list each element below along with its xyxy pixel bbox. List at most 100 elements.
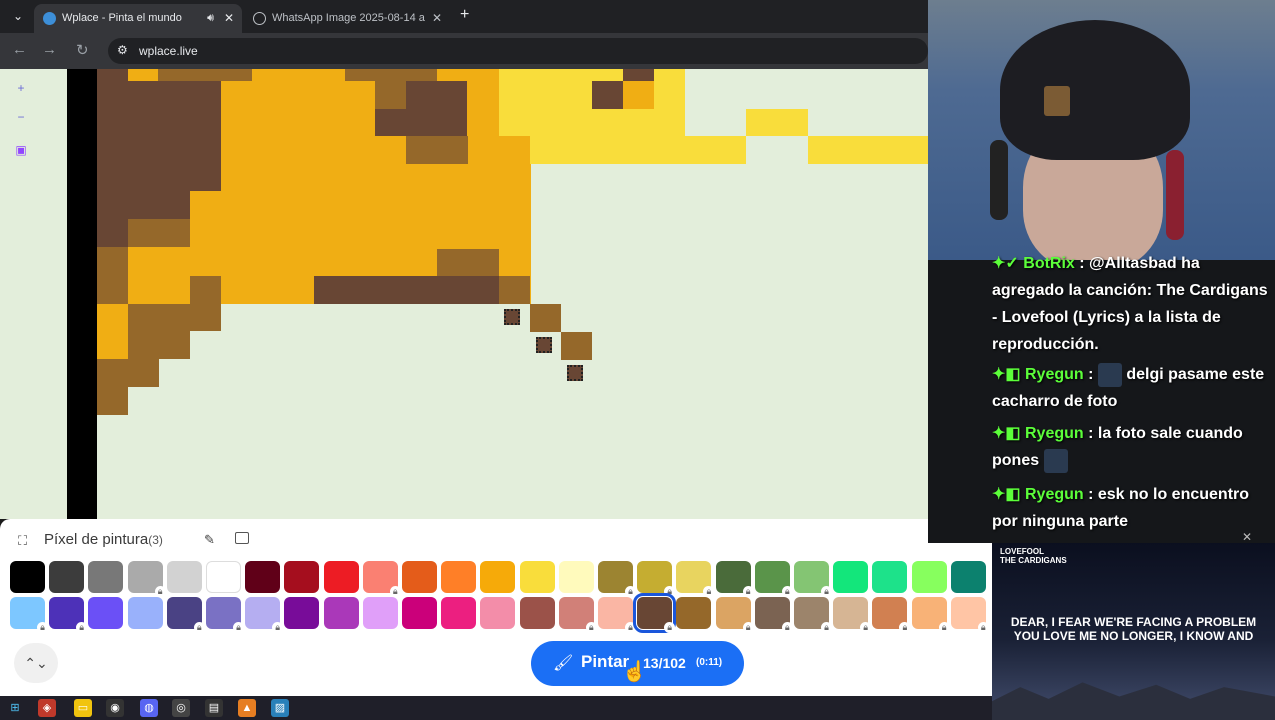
color-swatch[interactable]: 🔒︎	[872, 597, 911, 633]
discord-icon[interactable]: ◍	[140, 699, 158, 717]
collapse-button[interactable]: ⌃⌄	[14, 643, 58, 683]
color-swatch[interactable]: 🔒︎	[362, 561, 401, 597]
expand-icon[interactable]: ⛶	[18, 533, 27, 549]
color-swatch[interactable]	[911, 561, 947, 593]
color-swatch[interactable]	[166, 561, 202, 593]
color-swatch[interactable]: 🔒︎	[754, 561, 793, 597]
twitch-icon[interactable]: ▣	[13, 143, 29, 159]
color-swatch[interactable]: 🔒︎	[715, 561, 754, 597]
color-swatch[interactable]	[362, 597, 398, 629]
color-swatch[interactable]: 🔒︎	[245, 597, 284, 633]
lock-icon: 🔒︎	[154, 586, 166, 597]
pencil-icon[interactable]: ✎	[204, 532, 215, 548]
pending-pixel[interactable]	[504, 309, 520, 325]
forward-icon[interactable]: →	[42, 41, 57, 58]
color-swatch[interactable]	[519, 597, 555, 629]
color-swatch[interactable]	[402, 561, 437, 593]
color-swatch[interactable]	[872, 561, 908, 593]
pending-pixel[interactable]	[567, 365, 583, 381]
lock-icon: 🔒︎	[821, 586, 832, 597]
tab-whatsapp-image[interactable]: WhatsApp Image 2025-08-14 a ✕	[244, 4, 450, 33]
color-swatch[interactable]: 🔒︎	[633, 593, 677, 633]
windows-start-icon[interactable]: ⊞	[6, 699, 24, 717]
image-icon[interactable]	[235, 532, 249, 544]
tab-wplace[interactable]: Wplace - Pinta el mundo 🔊︎ ✕	[34, 4, 242, 33]
color-swatch[interactable]: 🔒︎	[637, 561, 676, 597]
brave-icon[interactable]: ◈	[38, 699, 56, 717]
globe-icon	[43, 12, 56, 25]
color-swatch[interactable]	[49, 561, 85, 593]
badge-icon: ✦◧	[992, 486, 1021, 503]
color-swatch[interactable]	[950, 561, 986, 593]
color-swatch[interactable]	[402, 597, 437, 629]
color-swatch[interactable]: 🔒︎	[715, 597, 754, 633]
color-swatch[interactable]: 🔒︎	[10, 597, 48, 633]
vlc-icon[interactable]: ▲	[238, 699, 256, 717]
speaker-icon[interactable]: 🔊︎	[207, 4, 214, 33]
color-swatch[interactable]	[441, 561, 477, 593]
chrome-icon[interactable]: ◎	[172, 699, 190, 717]
color-swatch[interactable]	[323, 561, 359, 593]
file-explorer-icon[interactable]: ▭	[74, 699, 92, 717]
color-swatch[interactable]: 🔒︎	[754, 597, 793, 633]
color-swatch[interactable]	[127, 597, 163, 629]
pending-pixel[interactable]	[536, 337, 552, 353]
color-swatch[interactable]	[284, 561, 320, 593]
pixel-block	[97, 359, 159, 387]
color-swatch[interactable]	[480, 561, 516, 593]
color-swatch[interactable]	[10, 561, 45, 593]
new-tab-icon[interactable]: +	[460, 6, 469, 24]
beanie-patch	[1044, 86, 1070, 116]
photos-icon[interactable]: ▨	[271, 699, 289, 717]
color-swatch[interactable]	[676, 597, 712, 629]
color-swatch[interactable]: 🔒︎	[950, 597, 989, 633]
color-swatch[interactable]: 🔒︎	[206, 597, 244, 633]
streamer-beanie	[1000, 20, 1190, 160]
color-swatch[interactable]	[88, 597, 124, 629]
badge-icon: ✦◧	[992, 425, 1021, 442]
close-icon[interactable]: ✕	[432, 4, 442, 33]
pixel-canvas[interactable]	[0, 69, 928, 519]
back-icon[interactable]: ←	[12, 41, 27, 58]
color-swatch[interactable]: 🔒︎	[598, 561, 636, 597]
color-swatch[interactable]	[558, 561, 594, 593]
color-swatch[interactable]	[206, 561, 241, 593]
color-swatch[interactable]	[88, 561, 124, 593]
color-swatch[interactable]	[441, 597, 477, 629]
color-swatch[interactable]: 🔒︎	[49, 597, 88, 633]
lyric-line: DEAR, I FEAR WE'RE FACING A PROBLEM	[1010, 615, 1257, 629]
lock-icon: 🔒︎	[233, 622, 244, 633]
lock-icon: 🔒︎	[272, 622, 284, 633]
notepad-icon[interactable]: ▤	[205, 699, 223, 717]
color-swatch[interactable]: 🔒︎	[833, 597, 872, 633]
color-swatch[interactable]: 🔒︎	[558, 597, 597, 633]
color-swatch[interactable]	[480, 597, 516, 629]
color-swatch[interactable]	[245, 561, 281, 593]
color-swatch[interactable]	[323, 597, 359, 629]
color-swatch[interactable]: 🔒︎	[794, 597, 832, 633]
tab-search-chevron-icon[interactable]: ⌄	[8, 6, 28, 26]
pixel-block	[314, 276, 500, 304]
color-swatch[interactable]	[284, 597, 320, 629]
color-swatch[interactable]: 🔒︎	[676, 561, 715, 597]
color-swatch[interactable]	[519, 561, 555, 593]
pixel-block	[499, 276, 530, 304]
lock-icon: 🔒︎	[664, 586, 676, 597]
color-swatch[interactable]: 🔒︎	[127, 561, 166, 597]
zoom-in-icon[interactable]: +	[13, 81, 29, 97]
lock-icon: 🔒︎	[625, 622, 636, 633]
color-swatch[interactable]: 🔒︎	[166, 597, 205, 633]
lock-icon: 🔒︎	[664, 622, 676, 633]
close-icon[interactable]: ✕	[224, 4, 234, 33]
reload-icon[interactable]: ↻	[76, 41, 89, 59]
color-swatch[interactable]	[833, 561, 869, 593]
color-swatch[interactable]: 🔒︎	[911, 597, 950, 633]
close-icon[interactable]: ✕	[1242, 530, 1252, 544]
color-swatch[interactable]: 🔒︎	[598, 597, 636, 633]
hand-cursor-icon: ☝	[622, 661, 647, 683]
color-swatch[interactable]: 🔒︎	[794, 561, 832, 597]
obs-icon[interactable]: ◉	[106, 699, 124, 717]
url-field[interactable]: ⚙ wplace.live	[108, 38, 928, 64]
zoom-out-icon[interactable]: −	[13, 110, 29, 126]
site-info-icon[interactable]: ⚙	[117, 43, 128, 57]
